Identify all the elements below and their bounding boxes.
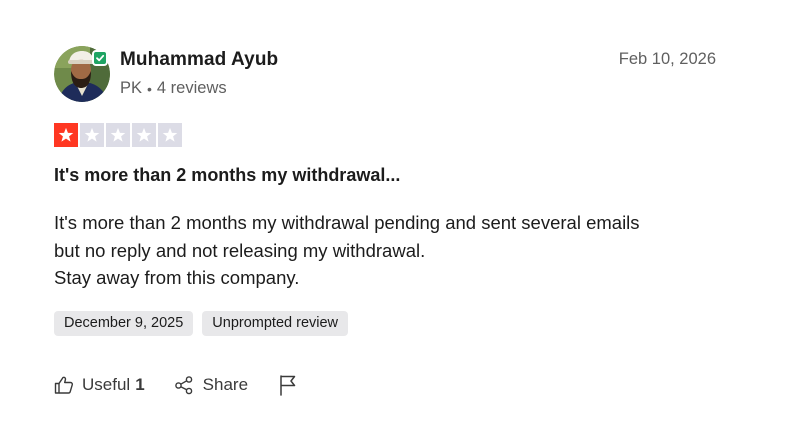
review-actions: Useful 1 Share (54, 372, 298, 398)
review-chips: December 9, 2025 Unprompted review (54, 311, 349, 336)
flag-icon (280, 375, 296, 396)
review-type-chip[interactable]: Unprompted review (202, 311, 349, 336)
star-empty (80, 123, 104, 147)
review-card: Muhammad Ayub PK • 4 reviews Feb 10, 202… (54, 46, 716, 396)
thumbs-up-icon (54, 376, 73, 394)
star-empty (106, 123, 130, 147)
share-icon (174, 376, 192, 395)
star-empty (158, 123, 182, 147)
star-icon (110, 127, 126, 142)
review-body-line: Stay away from this company. (54, 267, 300, 288)
review-body: It's more than 2 months my withdrawal pe… (54, 209, 734, 292)
verified-badge (92, 50, 108, 66)
report-button[interactable] (278, 374, 298, 396)
useful-count: 1 (135, 375, 145, 394)
useful-button[interactable]: Useful 1 (54, 375, 145, 395)
star-rating (54, 123, 182, 147)
review-header: Muhammad Ayub PK • 4 reviews Feb 10, 202… (54, 46, 716, 102)
useful-label: Useful (82, 375, 131, 394)
review-title[interactable]: It's more than 2 months my withdrawal... (54, 165, 400, 186)
star-filled (54, 123, 78, 147)
star-icon (58, 127, 74, 142)
reviewer-country: PK (120, 79, 143, 97)
star-icon (136, 127, 152, 142)
verified-check-icon (96, 54, 105, 62)
star-icon (162, 127, 178, 142)
share-label: Share (202, 375, 249, 394)
review-body-line: It's more than 2 months my withdrawal pe… (54, 212, 640, 233)
meta-separator: • (147, 80, 152, 97)
avatar[interactable] (54, 46, 110, 102)
star-empty (132, 123, 156, 147)
share-button[interactable]: Share (174, 375, 248, 395)
reviewer-name[interactable]: Muhammad Ayub (120, 49, 278, 71)
reviewer-review-count: 4 reviews (156, 79, 227, 97)
review-body-line: but no reply and not releasing my withdr… (54, 239, 426, 261)
star-icon (84, 127, 100, 142)
reviewer-meta: PK • 4 reviews (120, 79, 227, 98)
experience-date-chip: December 9, 2025 (54, 311, 194, 336)
review-date: Feb 10, 2026 (618, 50, 716, 68)
